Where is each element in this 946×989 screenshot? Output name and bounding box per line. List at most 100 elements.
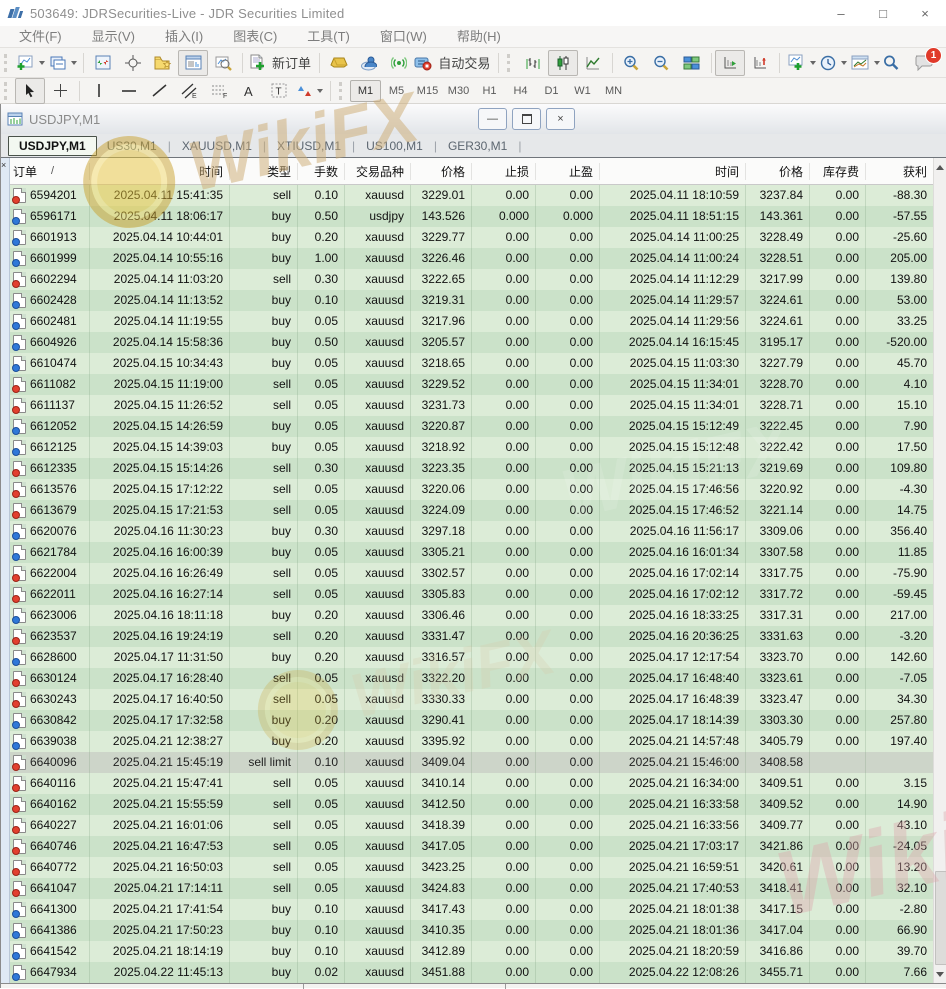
table-row[interactable]: 66110822025.04.15 11:19:00sell0.05xauusd…	[10, 374, 933, 395]
table-row[interactable]: 66413862025.04.21 17:50:23buy0.10xauusd3…	[10, 920, 933, 941]
timeframe-m30[interactable]: M30	[443, 80, 474, 102]
chart-restore-button[interactable]	[512, 108, 541, 130]
table-row[interactable]: 66120522025.04.15 14:26:59buy0.05xauusd3…	[10, 416, 933, 437]
chart-close-button[interactable]: ×	[546, 108, 575, 130]
new-order-button[interactable]: 新订单	[247, 50, 315, 76]
strategy-tester-button[interactable]	[208, 50, 238, 76]
tab-ger30m1[interactable]: GER30,M1	[438, 137, 517, 155]
table-row[interactable]: 65942012025.04.11 15:41:35sell0.10xauusd…	[10, 185, 933, 206]
navigator-button[interactable]	[148, 50, 178, 76]
new-chart-button[interactable]	[15, 50, 47, 76]
table-row[interactable]: 66410472025.04.21 17:14:11sell0.05xauusd…	[10, 878, 933, 899]
shapes-tool-button[interactable]	[294, 78, 326, 104]
table-row[interactable]: 66286002025.04.17 11:31:50buy0.20xauusd3…	[10, 647, 933, 668]
table-row[interactable]: 66022942025.04.14 11:03:20sell0.30xauusd…	[10, 269, 933, 290]
timeframe-d1[interactable]: D1	[536, 80, 567, 102]
column-header-0[interactable]: 订单/	[10, 163, 90, 180]
table-row[interactable]: 66111372025.04.15 11:26:52sell0.05xauusd…	[10, 395, 933, 416]
menu-item-w[interactable]: 窗口(W)	[365, 26, 442, 48]
column-header-4[interactable]: 交易品种	[345, 163, 411, 180]
table-row[interactable]: 66235372025.04.16 19:24:19sell0.20xauusd…	[10, 626, 933, 647]
table-row[interactable]: 66024282025.04.14 11:13:52buy0.10xauusd3…	[10, 290, 933, 311]
line-chart-button[interactable]	[578, 50, 608, 76]
cursor-tool-button[interactable]	[15, 78, 45, 104]
timeframe-m5[interactable]: M5	[381, 80, 412, 102]
table-row[interactable]: 66301242025.04.17 16:28:40sell0.05xauusd…	[10, 668, 933, 689]
column-header-7[interactable]: 止盈	[536, 163, 600, 180]
menu-item-i[interactable]: 插入(I)	[150, 26, 218, 48]
scrollbar-thumb[interactable]	[935, 871, 946, 965]
autotrade-button[interactable]: 自动交易	[414, 50, 494, 76]
timeframe-w1[interactable]: W1	[567, 80, 598, 102]
label-tool-button[interactable]: T	[264, 78, 294, 104]
tile-windows-button[interactable]	[677, 50, 707, 76]
table-row[interactable]: 66308422025.04.17 17:32:58buy0.20xauusd3…	[10, 710, 933, 731]
menu-item-f[interactable]: 文件(F)	[4, 26, 77, 48]
market-watch-button[interactable]	[88, 50, 118, 76]
table-row[interactable]: 66019132025.04.14 10:44:01buy0.20xauusd3…	[10, 227, 933, 248]
table-row[interactable]: 66220042025.04.16 16:26:49sell0.05xauusd…	[10, 563, 933, 584]
table-row[interactable]: 65961712025.04.11 18:06:17buy0.50usdjpy1…	[10, 206, 933, 227]
table-row[interactable]: 66407722025.04.21 16:50:03sell0.05xauusd…	[10, 857, 933, 878]
column-header-8[interactable]: 时间	[600, 163, 746, 180]
signals-button[interactable]	[384, 50, 414, 76]
indicators-button[interactable]	[784, 50, 817, 76]
panel-close-icon[interactable]: ×	[1, 160, 6, 170]
table-row[interactable]: 66390382025.04.21 12:38:27buy0.20xauusd3…	[10, 731, 933, 752]
search-button[interactable]	[882, 54, 900, 72]
column-header-11[interactable]: 获利	[866, 163, 933, 180]
timeframe-h1[interactable]: H1	[474, 80, 505, 102]
menu-item-v[interactable]: 显示(V)	[77, 26, 150, 48]
maximize-button[interactable]: □	[862, 0, 904, 26]
column-header-2[interactable]: 类型	[230, 163, 298, 180]
table-row[interactable]: 66024812025.04.14 11:19:55buy0.05xauusd3…	[10, 311, 933, 332]
close-button[interactable]: ×	[904, 0, 946, 26]
fibonacci-tool-button[interactable]: F	[204, 78, 234, 104]
table-row[interactable]: 66121252025.04.15 14:39:03buy0.05xauusd3…	[10, 437, 933, 458]
column-header-3[interactable]: 手数	[298, 163, 345, 180]
table-row[interactable]: 66415422025.04.21 18:14:19buy0.10xauusd3…	[10, 941, 933, 962]
tab-us30m1[interactable]: US30,M1	[97, 137, 167, 155]
table-row[interactable]: 66135762025.04.15 17:12:22sell0.05xauusd…	[10, 479, 933, 500]
bar-chart-button[interactable]	[518, 50, 548, 76]
autoscroll-button[interactable]	[715, 50, 745, 76]
scroll-down-button[interactable]	[934, 966, 946, 982]
menu-item-t[interactable]: 工具(T)	[292, 26, 365, 48]
menu-item-c[interactable]: 图表(C)	[218, 26, 292, 48]
table-row[interactable]: 66401622025.04.21 15:55:59sell0.05xauusd…	[10, 794, 933, 815]
column-header-9[interactable]: 价格	[746, 163, 810, 180]
zoom-in-button[interactable]	[617, 50, 647, 76]
timeframe-mn[interactable]: MN	[598, 80, 629, 102]
vertical-line-tool-button[interactable]	[84, 78, 114, 104]
tab-usdjpym1[interactable]: USDJPY,M1	[8, 136, 97, 156]
scroll-up-button[interactable]	[934, 159, 946, 175]
templates-button[interactable]	[849, 50, 882, 76]
tab-xtiusdm1[interactable]: XTIUSD,M1	[267, 137, 351, 155]
tab-us100m1[interactable]: US100,M1	[356, 137, 433, 155]
channel-tool-button[interactable]: E	[174, 78, 204, 104]
table-row[interactable]: 66136792025.04.15 17:21:53sell0.05xauusd…	[10, 500, 933, 521]
chart-minimize-button[interactable]: —	[478, 108, 507, 130]
table-row[interactable]: 66217842025.04.16 16:00:39buy0.05xauusd3…	[10, 542, 933, 563]
notifications-button[interactable]: 1	[914, 54, 934, 71]
chart-shift-button[interactable]	[745, 50, 775, 76]
table-row[interactable]: 66230062025.04.16 18:11:18buy0.20xauusd3…	[10, 605, 933, 626]
table-row[interactable]: 66479342025.04.22 11:45:13buy0.02xauusd3…	[10, 962, 933, 983]
profiles-button[interactable]	[47, 50, 79, 76]
table-row[interactable]: 66104742025.04.15 10:34:43buy0.05xauusd3…	[10, 353, 933, 374]
chart-window-caption[interactable]: USDJPY,M1 — ×	[0, 104, 946, 135]
tab-xauusdm1[interactable]: XAUUSD,M1	[172, 137, 262, 155]
table-row[interactable]: 66413002025.04.21 17:41:54buy0.10xauusd3…	[10, 899, 933, 920]
data-window-button[interactable]	[118, 50, 148, 76]
table-row[interactable]: 66123352025.04.15 15:14:26sell0.30xauusd…	[10, 458, 933, 479]
timeframe-m1[interactable]: M1	[350, 80, 381, 102]
table-row[interactable]: 66402272025.04.21 16:01:06sell0.05xauusd…	[10, 815, 933, 836]
column-header-1[interactable]: 时间	[90, 163, 230, 180]
community-button[interactable]	[354, 50, 384, 76]
table-row[interactable]: 66019992025.04.14 10:55:16buy1.00xauusd3…	[10, 248, 933, 269]
table-row[interactable]: 66401162025.04.21 15:47:41sell0.05xauusd…	[10, 773, 933, 794]
terminal-button[interactable]	[178, 50, 208, 76]
timeframe-h4[interactable]: H4	[505, 80, 536, 102]
table-row[interactable]: 66220112025.04.16 16:27:14sell0.05xauusd…	[10, 584, 933, 605]
candlestick-chart-button[interactable]	[548, 50, 578, 76]
